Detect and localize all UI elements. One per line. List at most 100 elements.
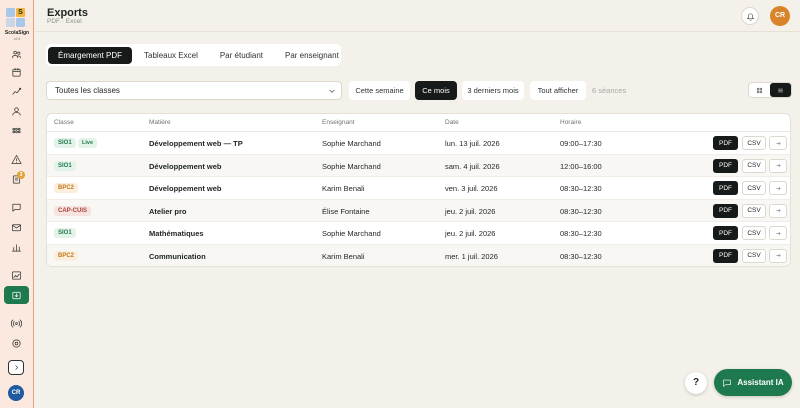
bell-icon [746,13,754,21]
teacher-cell: Élise Fontaine [322,206,370,216]
teacher-cell: Sophie Marchand [322,229,381,238]
view-toggle [748,82,792,98]
period-this-week[interactable]: Cette semaine [349,81,410,100]
time-cell: 08:30–12:30 [560,184,602,193]
expand-sidebar-button[interactable] [8,360,24,375]
date-cell: sam. 4 juil. 2026 [445,161,500,171]
arrow-right-icon [775,141,781,145]
assistant-ia-label: Assistant IA [737,378,784,387]
grid-view-icon [756,87,763,93]
time-cell: 12:00–16:00 [560,161,602,171]
export-csv-button[interactable]: CSV [742,181,766,195]
table-row[interactable]: BPC2 Développement web Karim Benali ven. 3 … [47,177,790,200]
arrow-right-icon [775,253,781,258]
org-chart-icon[interactable] [9,240,23,254]
export-pdf-button[interactable]: PDF [713,136,738,150]
arrow-right-icon [775,186,781,190]
broadcast-icon[interactable] [9,316,23,330]
warning-icon[interactable] [9,152,23,166]
export-pdf-button[interactable]: PDF [713,181,738,195]
table-row[interactable]: SIO1 Live Développement web — TP Sophie Mar… [47,132,790,155]
time-cell: 08:30–12:30 [560,251,602,261]
period-this-month[interactable]: Ce mois [415,81,457,100]
tab-tableaux-excel[interactable]: Tableaux Excel [134,47,208,64]
export-pdf-button[interactable]: PDF [713,226,738,240]
chevron-right-icon [14,365,18,370]
export-icon[interactable] [4,286,29,304]
chevron-down-icon [328,87,336,95]
help-button[interactable]: ? [685,372,707,394]
date-cell: mer. 1 juil. 2026 [445,251,498,261]
date-cell: jeu. 2 juil. 2026 [445,206,496,216]
grid-icon[interactable] [9,123,23,137]
page-subtitle: PDF · Excel [47,18,82,25]
class-badge: BPC2 [54,250,79,261]
page-header: Exports PDF · Excel CR [35,0,800,32]
period-last-3-months[interactable]: 3 derniers mois [462,81,524,100]
table-row[interactable]: SIO1 Développement web Sophie Marchand sam.… [47,154,790,177]
list-view-button[interactable] [770,83,791,97]
trend-chart-icon[interactable] [9,268,23,282]
date-cell: jeu. 2 juil. 2026 [445,229,496,238]
notifications-button[interactable] [741,7,759,25]
subject-cell: Mathématiques [149,229,204,238]
column-header-date: Date [445,119,459,126]
class-badge: SIO1 [54,138,76,148]
open-session-button[interactable] [769,248,787,263]
teacher-cell: Karim Benali [322,184,365,193]
arrow-right-icon [775,231,781,235]
export-csv-button[interactable]: CSV [742,248,766,263]
user-icon[interactable] [9,104,23,118]
table-row[interactable]: SIO1 Mathématiques Sophie Marchand jeu. 2 j… [47,222,790,245]
export-tabs: Émargement PDF Tableaux Excel Par étudia… [46,44,341,66]
chat-bubble-icon [723,379,732,387]
subject-cell: Atelier pro [149,206,187,216]
tab-emargement-pdf[interactable]: Émargement PDF [48,46,133,64]
open-session-button[interactable] [769,181,787,195]
export-pdf-button[interactable]: PDF [713,248,738,263]
sidebar: S ScolaSign v2.6 3 CR [0,0,34,408]
user-avatar[interactable]: CR [770,6,790,26]
subject-cell: Développement web — TP [149,139,243,148]
column-header-teacher: Enseignant [322,119,355,126]
class-badge: SIO1 [54,228,76,238]
mail-icon[interactable] [9,220,23,234]
app-version: v2.6 [13,37,21,41]
users-icon[interactable] [9,47,23,61]
teacher-cell: Sophie Marchand [322,139,381,148]
tab-par-enseignant[interactable]: Par enseignant [275,47,349,64]
column-header-subject: Matière [149,119,171,126]
subject-cell: Communication [149,251,206,261]
table-row[interactable]: CAP-CUIS Atelier pro Élise Fontaine jeu. 2 … [47,199,790,222]
export-csv-button[interactable]: CSV [742,158,766,173]
sidebar-avatar[interactable]: CR [8,385,24,401]
open-session-button[interactable] [769,226,787,240]
export-pdf-button[interactable]: PDF [713,203,738,218]
open-session-button[interactable] [769,203,787,218]
date-cell: lun. 13 juil. 2026 [445,139,500,148]
sessions-table: Classe Matière Enseignant Date Horaire S… [46,113,791,267]
open-session-button[interactable] [769,158,787,173]
teacher-cell: Karim Benali [322,251,365,261]
time-cell: 08:30–12:30 [560,229,602,238]
tab-par-etudiant[interactable]: Par étudiant [210,47,273,64]
export-csv-button[interactable]: CSV [742,136,766,150]
chat-icon[interactable] [9,200,23,214]
assistant-ia-button[interactable]: Assistant IA [714,369,792,396]
grid-view-button[interactable] [749,83,770,97]
table-row[interactable]: BPC2 Communication Karim Benali mer. 1 juil… [47,244,790,266]
calendar-icon[interactable] [9,65,23,79]
open-session-button[interactable] [769,136,787,150]
period-show-all[interactable]: Tout afficher [530,81,586,100]
arrow-right-icon [775,208,781,213]
date-cell: ven. 3 juil. 2026 [445,184,498,193]
export-pdf-button[interactable]: PDF [713,158,738,173]
export-csv-button[interactable]: CSV [742,226,766,240]
export-csv-button[interactable]: CSV [742,203,766,218]
class-select[interactable]: Toutes les classes [46,81,342,100]
analytics-icon[interactable] [9,84,23,98]
app-brand: ScolaSign [4,30,30,36]
table-header: Classe Matière Enseignant Date Horaire [47,114,790,132]
class-badge: BPC2 [54,183,79,193]
settings-icon[interactable] [9,336,23,350]
